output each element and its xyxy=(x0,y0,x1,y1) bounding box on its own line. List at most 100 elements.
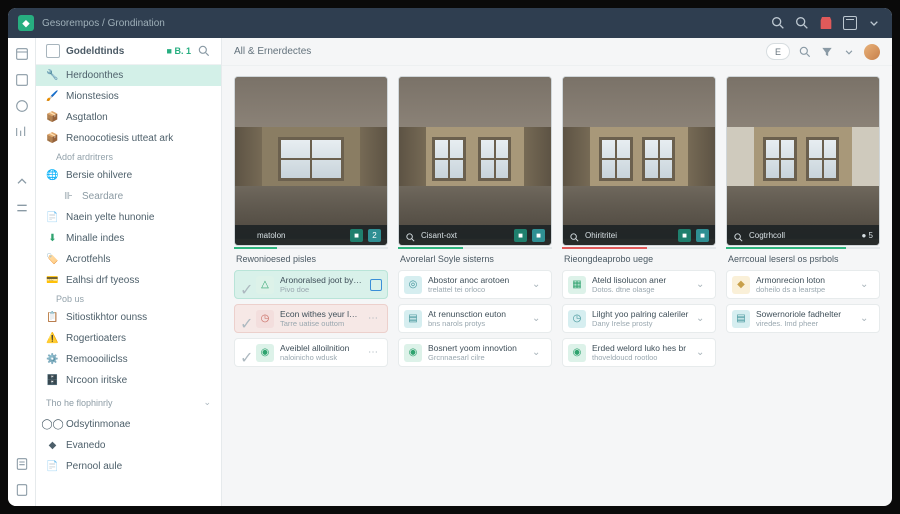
sidebar-item-minalle[interactable]: ⬇Minalle indes xyxy=(36,228,221,249)
zoom-icon[interactable] xyxy=(733,230,744,241)
sidebar-search-icon[interactable] xyxy=(197,44,211,58)
rail-up-icon[interactable] xyxy=(14,174,30,190)
thumbnail[interactable]: matolon■2 xyxy=(234,76,388,246)
rail-menu-icon[interactable] xyxy=(14,200,30,216)
warning-icon: ⚠️ xyxy=(46,332,59,345)
progress-bar xyxy=(726,247,880,249)
sidebar-item-bersie[interactable]: 🌐Bersie ohilvere xyxy=(36,165,221,186)
sidebar-item-herdoonthes[interactable]: 🔧Herdoonthes xyxy=(36,65,221,86)
task-item[interactable]: ▦Ateld lisolucon anerDotos. dtne olasge⌄ xyxy=(562,270,716,299)
sidebar-item-ealhsi[interactable]: 💳 Ealhsi drf tyeoss xyxy=(36,270,221,291)
sidebar-item-label: Mionstesios xyxy=(66,91,119,102)
task-icon: ◆ xyxy=(732,276,750,294)
task-item[interactable]: ✓△Aronoralsed joot bytvhesPivo doe xyxy=(234,270,388,299)
folder-icon xyxy=(46,44,60,58)
sidebar-item-seardare[interactable]: ⊪Seardare xyxy=(36,186,221,207)
more-icon[interactable]: ⌄ xyxy=(860,313,874,324)
task-icon: ◷ xyxy=(568,310,586,328)
more-icon[interactable]: ⌄ xyxy=(532,279,546,290)
rail-note-icon[interactable] xyxy=(14,482,30,498)
zoom-icon[interactable] xyxy=(241,230,252,241)
thumbnail[interactable]: Cisant-oxt■■ xyxy=(398,76,552,246)
more-icon[interactable]: ⌄ xyxy=(696,313,710,324)
task-icon: ◉ xyxy=(568,344,586,362)
diamond-icon: ◆ xyxy=(46,439,59,452)
rail-chart-icon[interactable] xyxy=(14,124,30,140)
task-item[interactable]: ◆Armonrecion lotondoheilo ds a learstpe⌄ xyxy=(726,270,880,299)
sidebar-item-label: Evanedo xyxy=(66,440,105,451)
task-title: Erded welord luko hes br xyxy=(592,343,690,353)
task-subtitle: Dotos. dtne olasge xyxy=(592,285,690,294)
sidebar-item-asgtatlon[interactable]: 📦Asgtatlon xyxy=(36,107,221,128)
gear-icon: ⚙️ xyxy=(46,353,59,366)
chevron-down-icon[interactable] xyxy=(842,45,856,59)
status-badge: ■ xyxy=(350,229,363,242)
sidebar-header: Godeldtinds ■ B. 1 xyxy=(36,38,221,65)
app-logo[interactable]: ◆ xyxy=(18,15,34,31)
task-item[interactable]: ✓◉Aveiblel alloilnitionnaloinicho wdusk⋯ xyxy=(234,338,388,367)
box-icon: 📦 xyxy=(46,132,59,145)
status-badge-2: ■ xyxy=(696,229,709,242)
page-icon: 📄 xyxy=(46,211,59,224)
sidebar-item-odsytinmonae[interactable]: ◯◯Odsytinmonae xyxy=(36,414,221,435)
shopping-icon[interactable] xyxy=(818,15,834,31)
card-title: Avorelarl Soyle sisterns xyxy=(398,254,552,264)
thumbnail[interactable]: Cogtrhcoll● 5 xyxy=(726,76,880,246)
sidebar-item-remoooiliclss[interactable]: ⚙️Remoooiliclss xyxy=(36,349,221,370)
more-icon[interactable]: ⌄ xyxy=(696,347,710,358)
task-item[interactable]: ▤At renunsction eutonbns narols protys⌄ xyxy=(398,304,552,333)
task-item[interactable]: ◷Lilght yoo palring calerilerDany Irelse… xyxy=(562,304,716,333)
sidebar-item-nrcoon[interactable]: 🗄️Nrcoon iritske xyxy=(36,370,221,391)
task-item[interactable]: ◎Abostor anoc arotoentrelattel tei orloc… xyxy=(398,270,552,299)
task-icon: △ xyxy=(256,276,274,294)
breadcrumb[interactable]: Gesorempos / Grondination xyxy=(42,18,165,29)
filter-pill[interactable]: E xyxy=(766,43,790,60)
zoom-icon[interactable] xyxy=(405,230,416,241)
sidebar-item-acrotfehls[interactable]: 🏷️Acrotfehls xyxy=(36,249,221,270)
rail-layers-icon[interactable] xyxy=(14,72,30,88)
sidebar-item-pernool[interactable]: 📄Pernool aule xyxy=(36,456,221,477)
sidebar-item-label: Ealhsi drf tyeoss xyxy=(66,275,139,286)
thumbnail[interactable]: Ohiritritei■■ xyxy=(562,76,716,246)
sidebar-item-naein[interactable]: 📄Naein yelte hunonie xyxy=(36,207,221,228)
task-item[interactable]: ▤Sowernoriole fadhelterviredes. Imd phee… xyxy=(726,304,880,333)
filter-icon[interactable] xyxy=(820,45,834,59)
task-item[interactable]: ✓◷Econ withes yeur lapaledTarre uatise o… xyxy=(234,304,388,333)
search-icon-2[interactable] xyxy=(794,15,810,31)
sidebar-item-label: Herdoonthes xyxy=(66,70,123,81)
sidebar-item-sitiostikhtor[interactable]: 📋Sitiostikhtor ounss xyxy=(36,307,221,328)
sidebar-item-mionstesios[interactable]: 🖌️Mionstesios xyxy=(36,86,221,107)
checkbox-icon[interactable] xyxy=(370,279,382,291)
sidebar-item-label: Acrotfehls xyxy=(66,254,110,265)
sidebar-item-evanedo[interactable]: ◆ Evanedo xyxy=(36,435,221,456)
rail-doc-icon[interactable] xyxy=(14,456,30,472)
sidebar-section-header[interactable]: Tho he flophinrly⌄ xyxy=(36,391,221,414)
card-icon: 💳 xyxy=(46,274,59,287)
search-icon[interactable] xyxy=(798,45,812,59)
more-icon[interactable]: ⌄ xyxy=(696,279,710,290)
check-icon: ✓ xyxy=(240,280,250,290)
more-icon[interactable]: ⌄ xyxy=(532,347,546,358)
rail-folder-icon[interactable] xyxy=(14,98,30,114)
chevron-down-icon[interactable] xyxy=(866,15,882,31)
more-icon[interactable]: ⌄ xyxy=(860,279,874,290)
count-label: ● 5 xyxy=(861,231,873,240)
task-title: Armonrecion loton xyxy=(756,275,854,285)
sidebar-item-rogertioaters[interactable]: ⚠️Rogertioaters xyxy=(36,328,221,349)
task-item[interactable]: ◉ Erded welord luko hes brthoveldoucd roo… xyxy=(562,338,716,367)
task-subtitle: thoveldoucd rootloo xyxy=(592,353,690,362)
project-card-3: Ohiritritei■■ Rieongdeaprobo uege ▦Ateld… xyxy=(562,76,716,367)
thumb-label: Ohiritritei xyxy=(585,231,673,240)
main-content: All & Ernerdectes E matolon■2 Rewonioese… xyxy=(222,38,892,506)
calendar-icon[interactable] xyxy=(842,15,858,31)
more-icon[interactable]: ⋯ xyxy=(368,347,382,358)
avatar[interactable] xyxy=(864,44,880,60)
more-icon[interactable]: ⋯ xyxy=(368,313,382,324)
search-icon[interactable] xyxy=(770,15,786,31)
more-icon[interactable]: ⌄ xyxy=(532,313,546,324)
task-item[interactable]: ◉Bosnert yoom innovtionGrcnnaesarl cilre… xyxy=(398,338,552,367)
zoom-icon[interactable] xyxy=(569,230,580,241)
rail-home-icon[interactable] xyxy=(14,46,30,62)
status-badge: ■ xyxy=(514,229,527,242)
sidebar-item-renoocotiesis[interactable]: 📦Renoocotiesis utteat ark xyxy=(36,128,221,149)
